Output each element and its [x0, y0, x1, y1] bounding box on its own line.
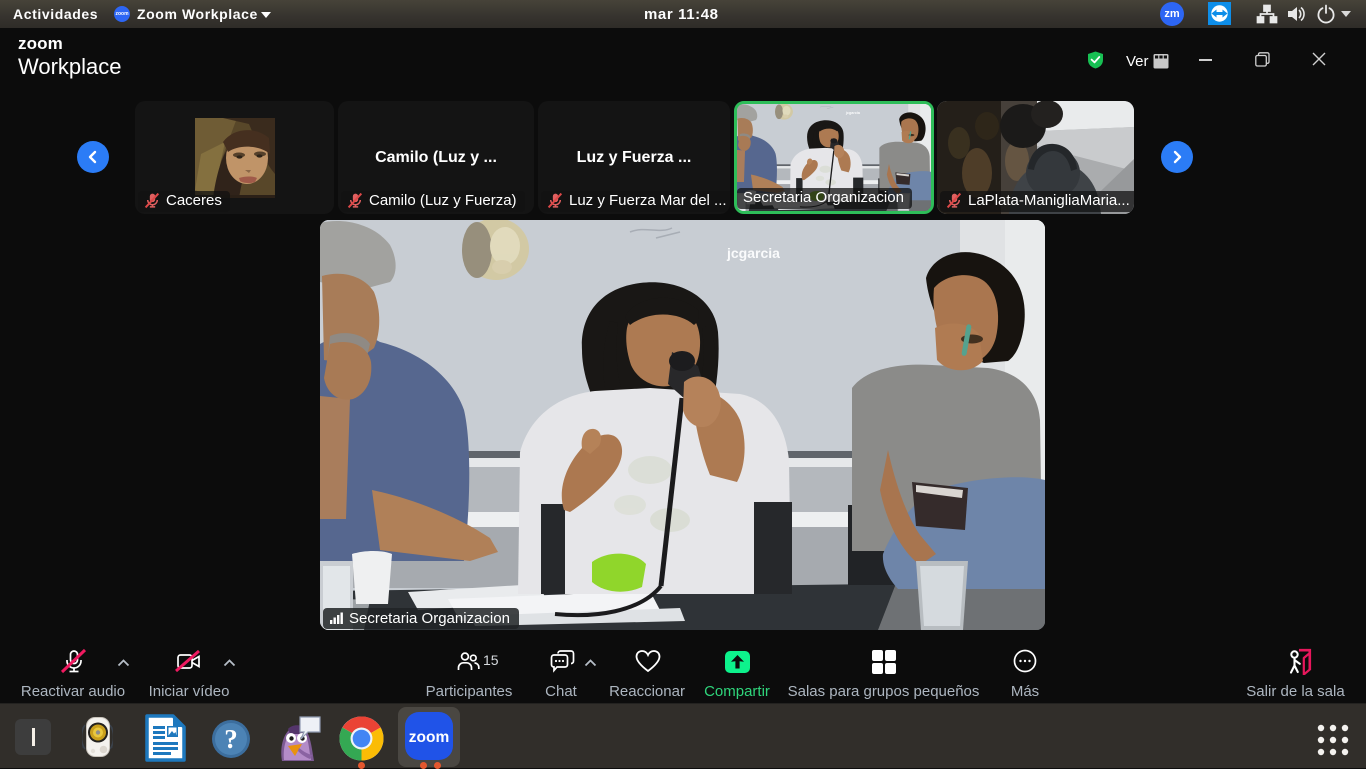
svg-text:zoom: zoom: [409, 729, 449, 746]
svg-text:?: ?: [224, 724, 238, 754]
